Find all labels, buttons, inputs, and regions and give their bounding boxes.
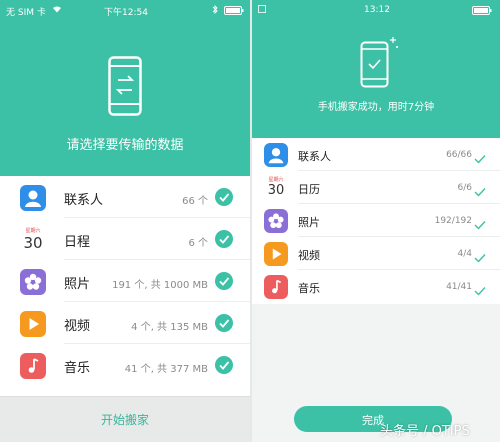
right-phone-screen: 13:12 手机搬家成功，用时7分钟 联系人 66/66 星期六 30 日历 6… (252, 0, 500, 442)
left-data-list: 联系人 66 个 星期六 30 日程 6 个 照片 191 个, 共 1000 … (0, 176, 250, 396)
check-icon[interactable] (215, 188, 233, 206)
checkmark-icon (474, 248, 486, 267)
checkmark-icon (474, 149, 486, 168)
status-time: 下午12:54 (104, 8, 148, 18)
calendar-icon: 星期六 30 (20, 226, 46, 254)
list-item-photos[interactable]: 照片 192/192 (252, 204, 500, 237)
battery-icon (224, 6, 244, 18)
battery-icon (472, 6, 492, 18)
play-icon (20, 311, 46, 337)
item-name: 日程 (64, 235, 91, 250)
item-meta: 4/4 (457, 249, 472, 259)
list-item-calendar[interactable]: 星期六 30 日历 6/6 (252, 171, 500, 204)
phone-success-icon (360, 36, 400, 92)
contacts-icon (264, 143, 288, 167)
item-meta: 66 个 (182, 196, 208, 207)
start-transfer-label: 开始搬家 (100, 413, 149, 427)
checkmark-icon (474, 215, 486, 234)
item-meta: 6/6 (457, 183, 472, 193)
item-name: 视频 (64, 319, 91, 334)
calendar-day: 30 (23, 234, 43, 252)
check-icon[interactable] (215, 356, 233, 374)
calendar-icon: 星期六 30 (264, 175, 288, 201)
calendar-weekday: 星期六 (268, 177, 284, 183)
item-name: 日历 (298, 183, 320, 196)
item-name: 视频 (298, 249, 320, 262)
left-header: 无 SIM 卡 下午12:54 请选择要传输的数据 (0, 0, 250, 176)
list-item-videos[interactable]: 视频 4/4 (252, 237, 500, 270)
list-item-photos[interactable]: 照片 191 个, 共 1000 MB (0, 260, 250, 302)
check-icon[interactable] (215, 230, 233, 248)
notification-icon (258, 5, 266, 16)
play-icon (264, 242, 288, 266)
list-item-music[interactable]: 音乐 41/41 (252, 270, 500, 303)
item-name: 联系人 (298, 150, 331, 163)
item-name: 照片 (298, 216, 320, 229)
flower-icon (20, 269, 46, 295)
item-meta: 4 个, 共 135 MB (131, 322, 208, 333)
left-phone-screen: 无 SIM 卡 下午12:54 请选择要传输的数据 联系人 66 个 星期六 3… (0, 0, 250, 442)
item-meta: 41/41 (446, 282, 472, 292)
status-time: 13:12 (364, 5, 390, 15)
start-transfer-button[interactable]: 开始搬家 (0, 396, 250, 442)
item-meta: 66/66 (446, 150, 472, 160)
item-meta: 192/192 (434, 216, 472, 226)
contacts-icon (20, 185, 46, 211)
music-note-icon (20, 353, 46, 379)
calendar-weekday: 星期六 (25, 228, 41, 234)
right-status-bar: 13:12 (252, 0, 500, 20)
item-meta: 6 个 (188, 238, 208, 249)
calendar-day: 30 (267, 183, 285, 198)
phone-transfer-icon (108, 56, 142, 120)
item-meta: 191 个, 共 1000 MB (112, 280, 208, 291)
list-item-contacts[interactable]: 联系人 66 个 (0, 176, 250, 218)
checkmark-icon (474, 182, 486, 201)
list-item-calendar[interactable]: 星期六 30 日程 6 个 (0, 218, 250, 260)
item-name: 音乐 (298, 282, 320, 295)
left-title: 请选择要传输的数据 (66, 138, 184, 153)
flower-icon (264, 209, 288, 233)
list-item-music[interactable]: 音乐 41 个, 共 377 MB (0, 344, 250, 386)
item-meta: 41 个, 共 377 MB (124, 364, 208, 375)
bluetooth-icon (212, 4, 218, 17)
right-result-list: 联系人 66/66 星期六 30 日历 6/6 照片 192/192 视频 4/… (252, 138, 500, 304)
right-header: 13:12 手机搬家成功，用时7分钟 (252, 0, 500, 138)
right-title: 手机搬家成功，用时7分钟 (317, 102, 435, 113)
wifi-icon (52, 5, 62, 16)
check-icon[interactable] (215, 272, 233, 290)
item-name: 照片 (64, 277, 91, 292)
item-name: 联系人 (64, 193, 104, 208)
check-icon[interactable] (215, 314, 233, 332)
music-note-icon (264, 275, 288, 299)
list-item-videos[interactable]: 视频 4 个, 共 135 MB (0, 302, 250, 344)
item-name: 音乐 (64, 361, 91, 376)
carrier-text: 无 SIM 卡 (6, 8, 46, 18)
left-status-bar: 无 SIM 卡 下午12:54 (0, 0, 250, 20)
checkmark-icon (474, 281, 486, 300)
watermark-text: 头条号 / OTIPS (380, 424, 470, 439)
list-item-contacts[interactable]: 联系人 66/66 (252, 138, 500, 171)
